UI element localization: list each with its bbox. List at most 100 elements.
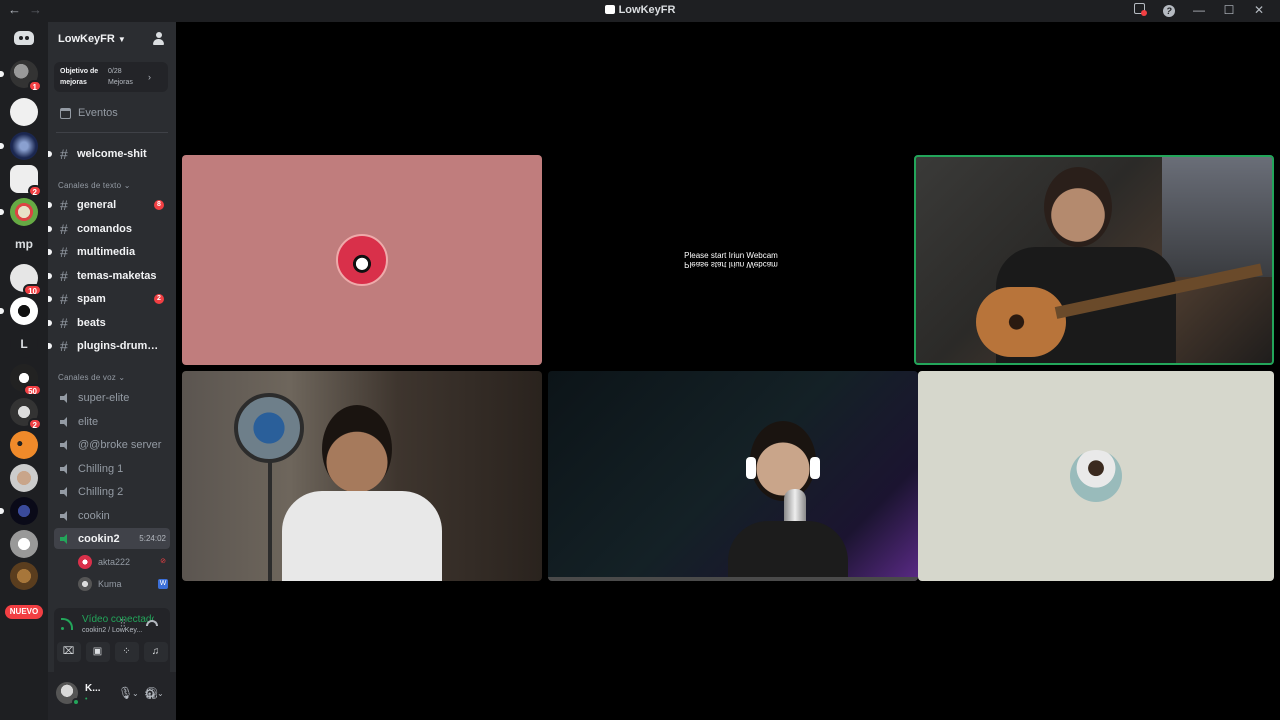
voice-channel-broke-server[interactable]: @@broke server bbox=[54, 434, 170, 455]
username[interactable]: K... bbox=[85, 683, 101, 694]
soundboard-button[interactable]: ♫ bbox=[143, 642, 168, 662]
events-label: Eventos bbox=[78, 107, 118, 119]
guild-name: LowKeyFR bbox=[58, 33, 115, 45]
new-unreads-pill[interactable]: NUEVO bbox=[5, 605, 43, 619]
maximize-button[interactable]: ☐ bbox=[1214, 3, 1244, 17]
voice-channel-cookin[interactable]: cookin bbox=[54, 505, 170, 526]
video-tile-avatar[interactable] bbox=[918, 371, 1274, 581]
server-icon[interactable] bbox=[0, 497, 38, 525]
server-icon[interactable]: 50 bbox=[10, 364, 42, 396]
video-tile-avatar[interactable] bbox=[182, 155, 542, 365]
unread-pill bbox=[48, 226, 52, 232]
server-icon[interactable] bbox=[10, 464, 38, 492]
server-icon[interactable] bbox=[10, 431, 38, 459]
video-tile-microphone[interactable] bbox=[548, 371, 918, 581]
microphone-icon[interactable]: 🎙︎ bbox=[118, 686, 133, 700]
boost-goal-card[interactable]: Objetivo de mejoras 0/28 Mejoras › bbox=[54, 62, 168, 92]
video-tile-webcam[interactable]: Please start Iriun Webcam Please start I… bbox=[550, 155, 912, 365]
camera-off-button[interactable]: ⌧ bbox=[56, 642, 81, 662]
noise-suppression-icon[interactable]: ⫶⫶ bbox=[120, 618, 126, 631]
speaker-icon bbox=[60, 463, 72, 474]
server-icon[interactable]: 2 bbox=[10, 165, 42, 197]
hash-icon: # bbox=[60, 221, 68, 237]
video-tile-camera[interactable] bbox=[182, 371, 542, 581]
activities-button[interactable]: ⁘ bbox=[114, 642, 139, 662]
video-tile-speaking[interactable] bbox=[914, 155, 1274, 365]
person-body bbox=[728, 521, 848, 581]
channel-beats[interactable]: # beats bbox=[48, 312, 176, 334]
voice-channel-chilling-2[interactable]: Chilling 2 bbox=[54, 481, 170, 502]
chevron-down-icon[interactable]: ⌄ bbox=[157, 689, 164, 698]
inbox-button[interactable] bbox=[1124, 3, 1154, 17]
avatar bbox=[78, 555, 92, 569]
voice-channel-chilling-1[interactable]: Chilling 1 bbox=[54, 458, 170, 479]
speaker-icon bbox=[60, 510, 72, 521]
help-button[interactable]: ? bbox=[1154, 3, 1184, 17]
server-icon[interactable]: 2 bbox=[10, 398, 42, 430]
voice-channel-elite[interactable]: elite bbox=[54, 411, 170, 432]
mention-badge: 2 bbox=[27, 185, 42, 197]
invite-user-icon[interactable] bbox=[153, 32, 167, 46]
channel-spam[interactable]: # spam 2 bbox=[48, 288, 176, 310]
server-icon[interactable]: L bbox=[10, 330, 38, 358]
channel-comandos[interactable]: # comandos bbox=[48, 218, 176, 240]
server-icon[interactable]: 10 bbox=[10, 264, 42, 296]
category-text-channels[interactable]: Canales de texto ⌄ bbox=[58, 181, 131, 190]
channel-multimedia[interactable]: # multimedia bbox=[48, 241, 176, 263]
server-initials: L bbox=[10, 330, 38, 358]
server-avatar bbox=[10, 530, 38, 558]
mention-badge: 50 bbox=[23, 384, 42, 396]
call-timer: 5:24:02 bbox=[139, 534, 166, 543]
discord-home-icon[interactable] bbox=[14, 31, 34, 45]
voice-status[interactable]: Vídeo conectado bbox=[82, 614, 154, 625]
guitar-body bbox=[976, 287, 1066, 357]
events-item[interactable]: Eventos bbox=[60, 107, 118, 119]
channel-welcome-shit[interactable]: # welcome-shit bbox=[48, 143, 176, 165]
server-icon[interactable] bbox=[10, 530, 38, 558]
gear-icon[interactable]: ⚙ bbox=[144, 686, 156, 702]
voice-channel-path[interactable]: cookin2 / LowKey... bbox=[82, 627, 142, 634]
headphone-left bbox=[746, 457, 756, 479]
voice-channel-cookin2[interactable]: cookin2 5:24:02 bbox=[54, 528, 170, 549]
server-icon[interactable] bbox=[10, 562, 38, 590]
server-icon[interactable] bbox=[0, 198, 38, 226]
voice-action-buttons: ⌧ ▣ ⁘ ♫ bbox=[54, 642, 170, 666]
screen-share-button[interactable]: ▣ bbox=[85, 642, 110, 662]
server-avatar bbox=[10, 431, 38, 459]
person-head bbox=[322, 405, 392, 493]
voice-channel-name: Chilling 2 bbox=[78, 485, 124, 498]
voice-member[interactable]: Kuma W bbox=[78, 574, 168, 594]
category-voice-channels[interactable]: Canales de voz ⌄ bbox=[58, 373, 125, 382]
mention-badge: 2 bbox=[154, 294, 164, 304]
hash-icon: # bbox=[60, 291, 68, 307]
voice-channel-super-elite[interactable]: super-elite bbox=[54, 387, 170, 408]
signal-icon[interactable] bbox=[61, 618, 73, 630]
server-icon[interactable] bbox=[0, 132, 38, 160]
mention-badge: 8 bbox=[154, 200, 164, 210]
unread-pill bbox=[48, 202, 52, 208]
server-icon[interactable] bbox=[10, 98, 38, 126]
category-label: Canales de voz bbox=[58, 373, 116, 382]
channel-name: general bbox=[77, 199, 117, 211]
fan bbox=[234, 393, 304, 463]
server-icon[interactable] bbox=[0, 297, 38, 325]
background-wall bbox=[1162, 157, 1272, 277]
discord-app: ← → LowKeyFR ? — ☐ ✕ 1 2 mp 10 L 50 2 NU… bbox=[0, 0, 1280, 720]
disconnect-icon[interactable] bbox=[146, 620, 158, 626]
voice-channel-name: cookin2 bbox=[78, 532, 120, 545]
headphone-right bbox=[810, 457, 820, 479]
server-icon[interactable]: 1 bbox=[0, 60, 42, 92]
close-button[interactable]: ✕ bbox=[1244, 3, 1274, 17]
mention-badge: 1 bbox=[27, 80, 42, 92]
minimize-button[interactable]: — bbox=[1184, 3, 1214, 17]
server-icon[interactable]: mp bbox=[10, 230, 38, 258]
speaker-icon bbox=[60, 416, 72, 427]
voice-member[interactable]: akta222 ⊘ bbox=[78, 552, 168, 572]
chevron-down-icon[interactable]: ⌄ bbox=[132, 689, 139, 698]
channel-general[interactable]: # general 8 bbox=[48, 194, 176, 216]
channel-plugins-drumkit[interactable]: # plugins-drumkit... bbox=[48, 335, 176, 357]
server-avatar bbox=[10, 132, 38, 160]
channel-temas-maketas[interactable]: # temas-maketas bbox=[48, 265, 176, 287]
user-status: • bbox=[85, 696, 88, 703]
unread-pill bbox=[48, 296, 52, 302]
